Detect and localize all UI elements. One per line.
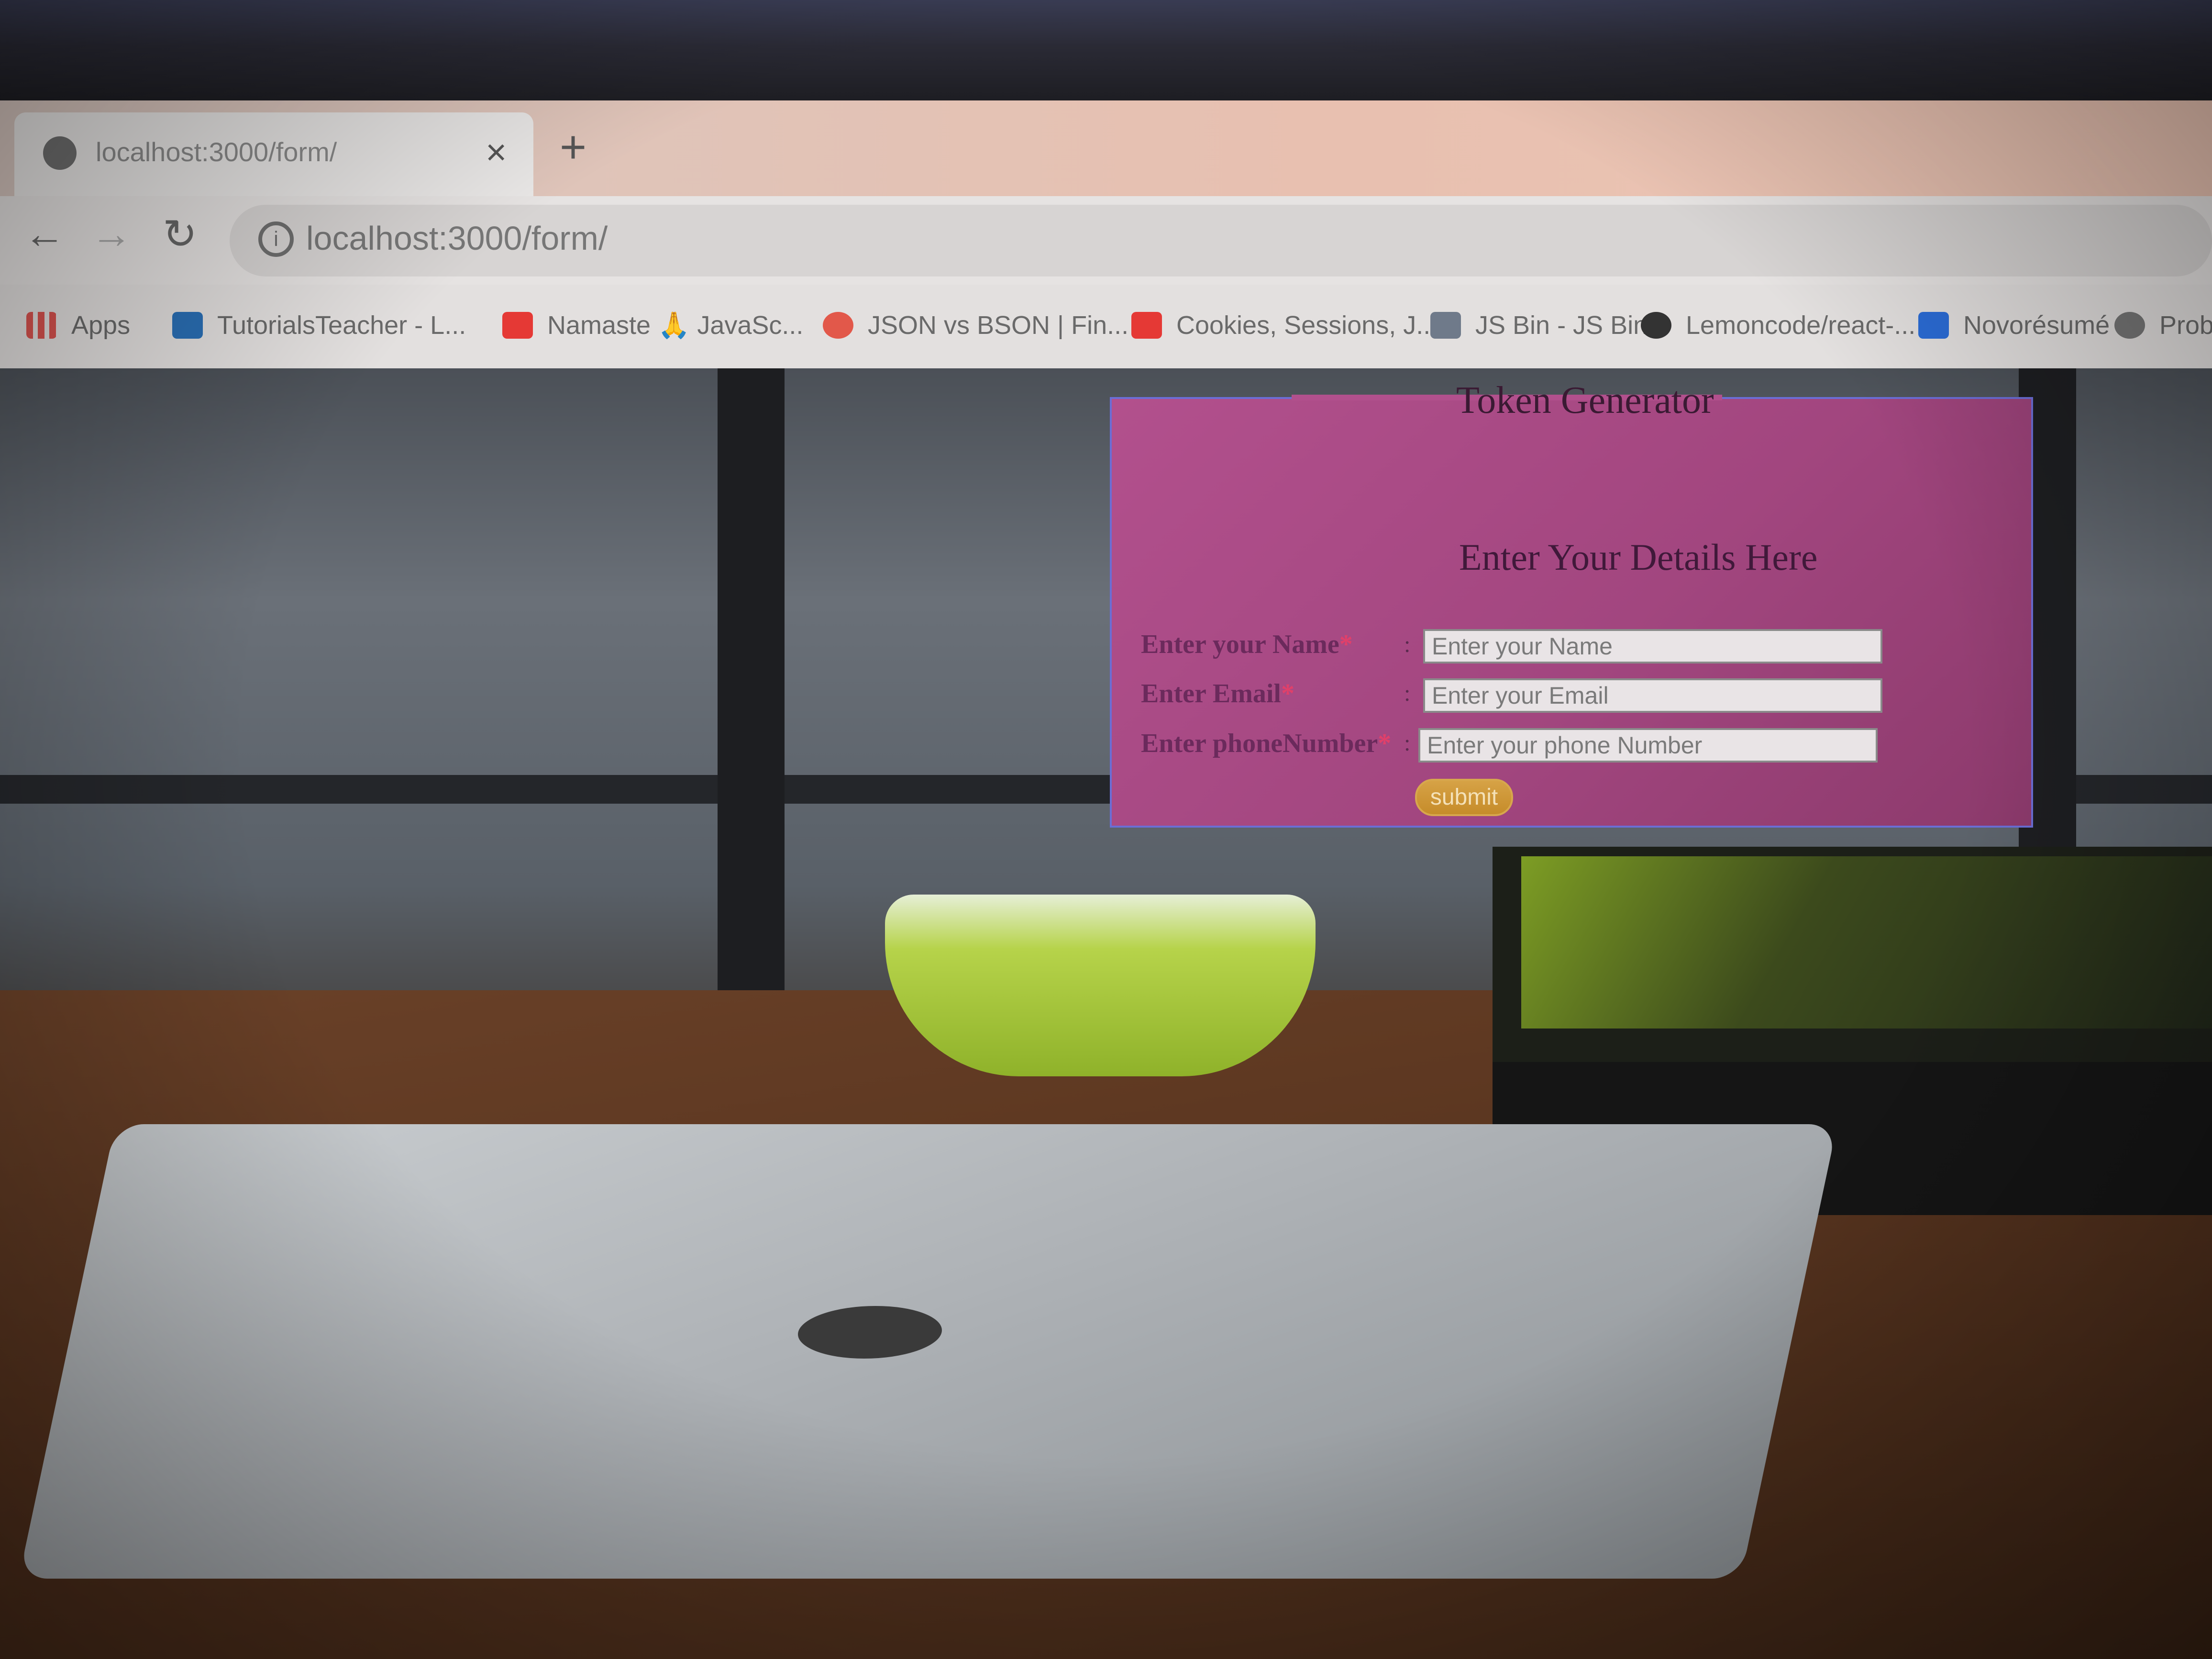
bookmark-json-vs-bson[interactable]: JSON vs BSON | Fin... [823, 306, 1128, 344]
globe-icon [43, 136, 77, 170]
required-mark: * [1378, 729, 1392, 758]
background-cup [885, 895, 1316, 1076]
bookmark-namaste-javascript[interactable]: Namaste 🙏 JavaSc... [502, 306, 803, 344]
bookmarks-bar: Apps TutorialsTeacher - L... Namaste 🙏 J… [0, 285, 2212, 368]
info-icon[interactable]: i [258, 221, 294, 257]
required-mark: * [1339, 630, 1353, 659]
form-heading: Enter Your Details Here [1459, 536, 1818, 578]
bookmark-proble[interactable]: Proble [2114, 306, 2212, 344]
email-label: Enter Email* [1141, 678, 1294, 709]
phone-input[interactable] [1418, 728, 1878, 763]
tab-title: localhost:3000/form/ [96, 137, 337, 167]
bookmark-label: Cookies, Sessions, J... [1176, 311, 1438, 340]
email-label-text: Enter Email [1141, 679, 1281, 708]
page-content: Token Generator Enter Your Details Here … [0, 368, 2212, 1659]
monitor-bezel [0, 0, 2212, 103]
bookmark-label: TutorialsTeacher - L... [217, 311, 466, 340]
field-colon: : [1404, 632, 1411, 657]
reload-icon[interactable]: ↻ [163, 210, 197, 258]
browser-chrome: localhost:3000/form/ × + ← → ↻ i localho… [0, 100, 2212, 368]
bookmark-label: JS Bin - JS Bin [1475, 311, 1648, 340]
address-url[interactable]: localhost:3000/form/ [306, 219, 608, 257]
field-colon: : [1404, 730, 1411, 756]
name-label-text: Enter your Name [1141, 630, 1339, 659]
tab-strip: localhost:3000/form/ × + [0, 100, 2212, 199]
youtube-icon [502, 312, 533, 339]
bookmark-jsbin[interactable]: JS Bin - JS Bin [1430, 306, 1648, 344]
bookmark-label: Lemoncode/react-... [1686, 311, 1916, 340]
form-legend: Token Generator [1456, 379, 1714, 421]
tutorialsteacher-icon [172, 312, 203, 339]
browser-tab[interactable]: localhost:3000/form/ × [14, 112, 533, 199]
laptop-logo [792, 1306, 948, 1359]
browser-toolbar: ← → ↻ i localhost:3000/form/ [0, 196, 2212, 285]
bookmark-apps[interactable]: Apps [26, 306, 130, 344]
background-laptop [19, 1124, 1837, 1579]
close-icon[interactable]: × [486, 132, 507, 173]
new-tab-icon[interactable]: + [560, 124, 586, 170]
bookmark-label: JSON vs BSON | Fin... [868, 311, 1129, 340]
bookmark-lemoncode[interactable]: Lemoncode/react-... [1641, 306, 1915, 344]
submit-button[interactable]: submit [1415, 779, 1513, 816]
site-icon [2114, 312, 2145, 339]
youtube-icon [1131, 312, 1162, 339]
required-mark: * [1281, 679, 1294, 708]
novoresume-icon [1918, 312, 1949, 339]
background-window-frame [718, 368, 785, 1038]
address-bar[interactable]: i localhost:3000/form/ [230, 205, 2212, 276]
email-input[interactable] [1423, 678, 1882, 713]
bookmark-label: Apps [71, 311, 131, 340]
apps-grid-icon [26, 312, 57, 339]
bookmark-novoresume[interactable]: Novorésumé [1918, 306, 2110, 344]
bookmark-label: Namaste 🙏 JavaSc... [547, 310, 804, 340]
background-tablet [1493, 847, 2212, 1062]
name-label: Enter your Name* [1141, 629, 1353, 660]
background-tablet-screen [1521, 856, 2212, 1029]
forward-arrow-icon[interactable]: → [91, 210, 132, 258]
site-icon [823, 312, 853, 339]
phone-label: Enter phoneNumber* [1141, 728, 1391, 759]
token-generator-form [1110, 397, 2033, 828]
bookmark-label: Novorésumé [1963, 311, 2110, 340]
name-input[interactable] [1423, 629, 1882, 664]
monitor-screen: localhost:3000/form/ × + ← → ↻ i localho… [0, 0, 2212, 1659]
field-colon: : [1404, 681, 1411, 706]
bookmark-tutorialsteacher[interactable]: TutorialsTeacher - L... [172, 306, 466, 344]
phone-label-text: Enter phoneNumber [1141, 729, 1378, 758]
back-arrow-icon[interactable]: ← [24, 210, 65, 258]
github-icon [1641, 312, 1671, 339]
jsbin-icon [1430, 312, 1461, 339]
bookmark-cookies-sessions[interactable]: Cookies, Sessions, J... [1131, 306, 1438, 344]
bookmark-label: Proble [2159, 311, 2212, 340]
